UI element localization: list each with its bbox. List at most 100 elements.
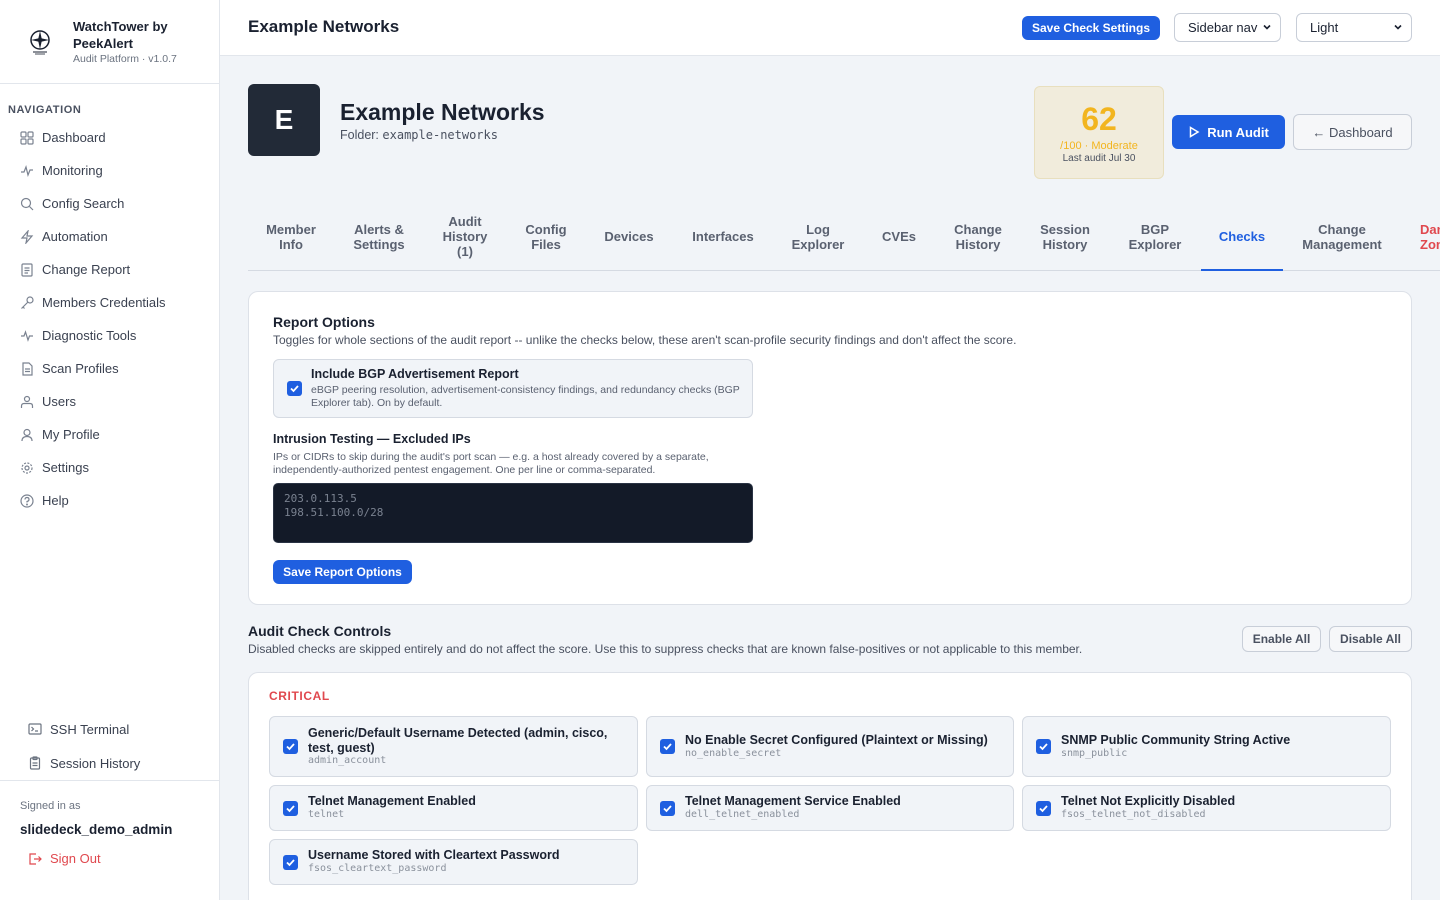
theme-select[interactable]: Light <box>1296 13 1412 42</box>
tab-label: Config Files <box>525 221 567 252</box>
check-checkbox[interactable] <box>660 801 675 816</box>
nav-heading: NAVIGATION <box>8 104 82 116</box>
enable-all-button[interactable]: Enable All <box>1242 626 1321 652</box>
key-icon <box>20 295 34 310</box>
sidebar-item-config-search[interactable]: Config Search <box>0 187 219 220</box>
sidebar-item-label: Session History <box>50 755 141 771</box>
save-check-settings-button[interactable]: Save Check Settings <box>1022 16 1160 40</box>
tab-bgp-explorer[interactable]: BGP Explorer <box>1110 203 1200 270</box>
check-item[interactable]: Telnet Management Enabled telnet <box>269 785 638 831</box>
sidebar-item-help[interactable]: Help <box>0 484 219 517</box>
sidebar-item-settings[interactable]: Settings <box>0 451 219 484</box>
sidebar-item-members-credentials[interactable]: Members Credentials <box>0 286 219 319</box>
disable-all-button[interactable]: Disable All <box>1329 626 1412 652</box>
tab-label: Log Explorer <box>791 221 845 252</box>
nav-mode-select[interactable]: Sidebar nav <box>1174 13 1281 42</box>
bgp-report-option[interactable]: Include BGP Advertisement Report eBGP pe… <box>273 359 753 418</box>
tab-config-files[interactable]: Config Files <box>506 203 586 270</box>
check-checkbox[interactable] <box>1036 739 1051 754</box>
tab-label: Change History <box>954 221 1002 252</box>
page-title: Example Networks <box>248 17 400 36</box>
sidebar: WatchTower by PeekAlert Audit Platform ·… <box>0 0 220 900</box>
check-checkbox[interactable] <box>660 739 675 754</box>
check-item[interactable]: Username Stored with Cleartext Password … <box>269 839 638 885</box>
folder-label: Folder: <box>340 128 379 142</box>
help-icon <box>20 493 34 508</box>
sidebar-item-label: Help <box>42 493 69 508</box>
file-icon <box>20 361 34 376</box>
signed-in-user: slidedeck_demo_admin <box>20 822 173 837</box>
sidebar-item-my-profile[interactable]: My Profile <box>0 418 219 451</box>
tab-member-info[interactable]: Member Info <box>248 203 334 270</box>
tab-label: Interfaces <box>692 229 754 244</box>
sidebar-item-users[interactable]: Users <box>0 385 219 418</box>
sidebar-item-label: Change Report <box>42 262 131 277</box>
sidebar-item-diagnostic-tools[interactable]: Diagnostic Tools <box>0 319 219 352</box>
check-checkbox[interactable] <box>283 855 298 870</box>
grid-icon <box>20 130 34 145</box>
nav-mode-value: Sidebar nav <box>1188 20 1258 35</box>
tab-alerts-settings[interactable]: Alerts & Settings <box>334 203 424 270</box>
check-title: Generic/Default Username Detected (admin… <box>308 726 608 755</box>
bgp-report-label: Include BGP Advertisement Report <box>311 367 519 381</box>
check-item[interactable]: Telnet Management Service Enabled dell_t… <box>646 785 1014 831</box>
clipboard-icon <box>28 756 42 770</box>
folder-value: example-networks <box>382 128 498 142</box>
sidebar-item-change-report[interactable]: Change Report <box>0 253 219 286</box>
back-to-dashboard-button[interactable]: ← Dashboard <box>1293 114 1412 150</box>
check-id: fsos_cleartext_password <box>308 863 447 874</box>
severity-label: CRITICAL <box>269 689 330 703</box>
tab-session-history[interactable]: Session History <box>1020 203 1110 270</box>
save-report-options-button[interactable]: Save Report Options <box>273 560 412 584</box>
sidebar-item-automation[interactable]: Automation <box>0 220 219 253</box>
excluded-ips-textarea[interactable]: 203.0.113.5 198.51.100.0/28 <box>273 483 753 543</box>
sidebar-item-session-history[interactable]: Session History <box>0 746 219 780</box>
tab-label: Devices <box>604 229 654 244</box>
check-item[interactable]: SNMP Public Community String Active snmp… <box>1022 716 1391 777</box>
check-controls-title: Audit Check Controls <box>248 623 392 639</box>
tab-label: Alerts & Settings <box>353 221 405 252</box>
check-title: SNMP Public Community String Active <box>1061 733 1291 747</box>
topbar: Example Networks Save Check Settings Sid… <box>220 0 1440 56</box>
tab-devices[interactable]: Devices <box>586 203 672 270</box>
tab-audit-history[interactable]: Audit History (1) <box>424 203 506 270</box>
bgp-report-checkbox[interactable] <box>287 381 302 396</box>
tab-danger-zone[interactable]: Danger Zone <box>1420 203 1440 270</box>
terminal-icon <box>28 722 42 736</box>
check-item[interactable]: No Enable Secret Configured (Plaintext o… <box>646 716 1014 777</box>
tab-cves[interactable]: CVEs <box>862 203 936 270</box>
tab-label: Change Management <box>1302 221 1382 252</box>
tab-change-management[interactable]: Change Management <box>1283 203 1401 270</box>
sidebar-item-label: Users <box>42 394 76 409</box>
tab-label: Checks <box>1218 228 1266 244</box>
member-title: Example Networks <box>340 99 545 125</box>
sidebar-item-scan-profiles[interactable]: Scan Profiles <box>0 352 219 385</box>
tab-checks[interactable]: Checks <box>1201 203 1283 271</box>
sign-out-button[interactable]: Sign Out <box>28 851 199 866</box>
check-icon <box>290 385 299 393</box>
check-checkbox[interactable] <box>283 739 298 754</box>
check-checkbox[interactable] <box>1036 801 1051 816</box>
tab-change-history[interactable]: Change History <box>936 203 1020 270</box>
sidebar-item-dashboard[interactable]: Dashboard <box>0 121 219 154</box>
check-item[interactable]: Generic/Default Username Detected (admin… <box>269 716 638 777</box>
score-rating: /100 · Moderate <box>1060 140 1138 152</box>
bolt-icon <box>20 229 34 244</box>
sidebar-item-ssh-terminal[interactable]: SSH Terminal <box>0 712 219 746</box>
sidebar-item-monitoring[interactable]: Monitoring <box>0 154 219 187</box>
excluded-ips-label: Intrusion Testing — Excluded IPs <box>273 432 471 446</box>
tab-label: CVEs <box>882 229 916 244</box>
signed-in-section: Signed in as slidedeck_demo_admin Sign O… <box>0 780 219 866</box>
pulse-icon <box>20 164 34 178</box>
excluded-ips-description: IPs or CIDRs to skip during the audit's … <box>273 451 709 476</box>
users-icon <box>20 395 34 409</box>
check-id: no_enable_secret <box>685 748 782 759</box>
check-checkbox[interactable] <box>283 801 298 816</box>
report-options-description: Toggles for whole sections of the audit … <box>273 333 1017 347</box>
tab-log-explorer[interactable]: Log Explorer <box>774 203 862 270</box>
tab-interfaces[interactable]: Interfaces <box>672 203 774 270</box>
run-audit-button[interactable]: Run Audit <box>1172 115 1285 149</box>
check-id: admin_account <box>308 755 387 766</box>
check-item[interactable]: Telnet Not Explicitly Disabled fsos_teln… <box>1022 785 1391 831</box>
tab-label: Member Info <box>266 221 316 252</box>
